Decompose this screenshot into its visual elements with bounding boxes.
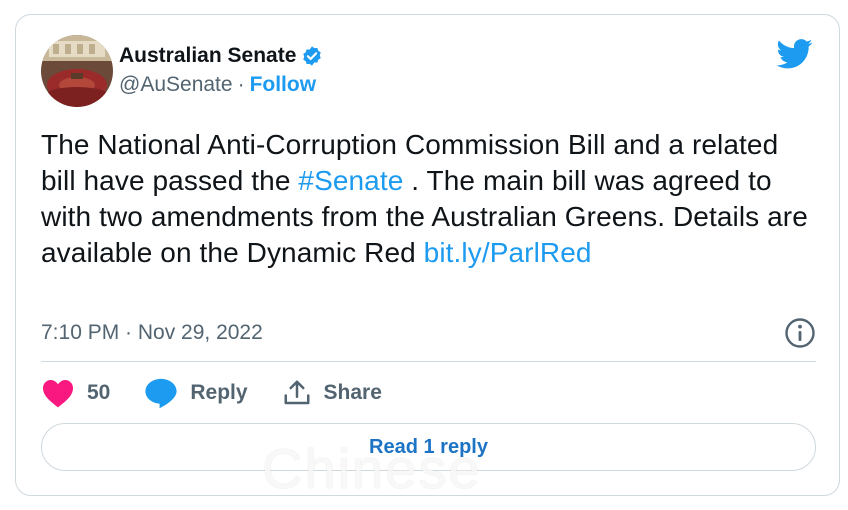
share-upload-icon (282, 378, 312, 408)
tweet-text: The National Anti-Corruption Commission … (41, 127, 811, 271)
divider (41, 361, 816, 362)
author-display-name[interactable]: Australian Senate (119, 44, 296, 68)
read-replies-button[interactable]: Read 1 reply (41, 423, 816, 471)
author-block: Australian Senate @AuSenate · Follow (119, 43, 323, 97)
reply-label: Reply (190, 381, 248, 404)
reply-button[interactable]: Reply (144, 377, 248, 409)
info-icon[interactable] (784, 317, 816, 349)
tweet-timestamp[interactable]: 7:10 PM · Nov 29, 2022 (41, 321, 263, 345)
author-avatar[interactable] (41, 35, 113, 107)
share-button[interactable]: Share (282, 378, 382, 408)
twitter-bird-icon[interactable] (776, 39, 813, 69)
tweet-embed-card: Australian Senate @AuSenate · Follow The… (15, 14, 840, 496)
shortlink[interactable]: bit.ly/ParlRed (424, 237, 592, 268)
verified-badge-icon (301, 45, 323, 67)
separator-dot: · (237, 73, 245, 96)
share-label: Share (323, 381, 382, 404)
speech-bubble-icon (144, 377, 178, 409)
heart-icon (41, 378, 75, 408)
follow-link[interactable]: Follow (250, 73, 317, 97)
tweet-actions: 50 Reply Share (41, 375, 416, 411)
hashtag-link[interactable]: #Senate (298, 165, 403, 196)
author-handle[interactable]: @AuSenate (119, 73, 233, 97)
like-button[interactable]: 50 (41, 378, 110, 408)
tweet-meta-row: 7:10 PM · Nov 29, 2022 (41, 317, 816, 349)
like-count: 50 (87, 381, 111, 404)
